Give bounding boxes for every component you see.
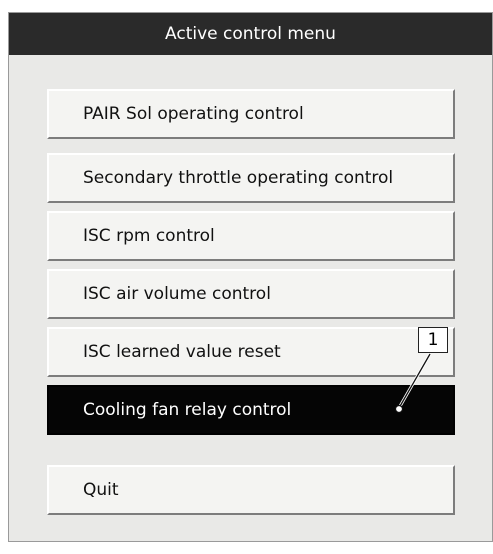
- quit-button[interactable]: Quit: [47, 465, 455, 515]
- secondary-throttle-operating-control-button[interactable]: Secondary throttle operating control: [47, 153, 455, 203]
- isc-air-volume-control-button[interactable]: ISC air volume control: [47, 269, 455, 319]
- window-title: Active control menu: [9, 13, 492, 55]
- cooling-fan-relay-control-button[interactable]: Cooling fan relay control: [47, 385, 455, 435]
- pair-sol-operating-control-button[interactable]: PAIR Sol operating control: [47, 89, 455, 139]
- callout-label-box: 1: [418, 327, 448, 353]
- active-control-menu-window: Active control menu PAIR Sol operating c…: [8, 12, 493, 542]
- isc-rpm-control-button[interactable]: ISC rpm control: [47, 211, 455, 261]
- callout-number: 1: [427, 330, 439, 350]
- isc-learned-value-reset-button[interactable]: ISC learned value reset: [47, 327, 455, 377]
